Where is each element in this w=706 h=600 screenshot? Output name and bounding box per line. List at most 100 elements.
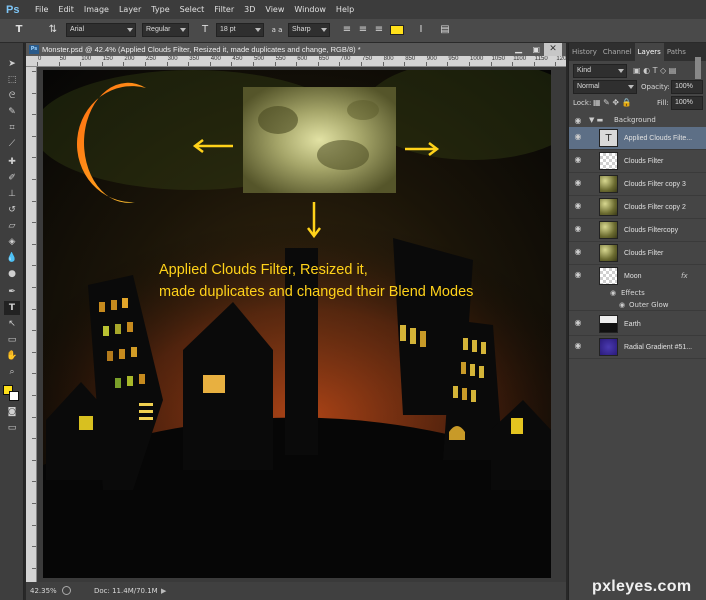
marquee-tool-icon[interactable]: ⬚: [4, 73, 20, 87]
ruler-tick: [32, 179, 36, 180]
font-size-select[interactable]: 18 pt: [216, 23, 264, 37]
maximize-icon[interactable]: ▣: [532, 43, 540, 56]
blur-tool-icon[interactable]: 💧: [4, 251, 20, 265]
canvas-area[interactable]: Applied Clouds Filter, Resized it, made …: [37, 67, 566, 582]
tab-channels[interactable]: Channel: [600, 43, 635, 61]
lock-label: Lock:: [573, 99, 592, 107]
clone-stamp-tool-icon[interactable]: ⊥: [4, 187, 20, 201]
eye-icon[interactable]: ◉: [573, 224, 583, 234]
document-tab[interactable]: Ps Monster.psd @ 42.4% (Applied Clouds F…: [26, 43, 566, 56]
brush-tool-icon[interactable]: ✐: [4, 171, 20, 185]
kind-filter-select[interactable]: Kind: [573, 64, 627, 78]
screen-mode-icon[interactable]: ▭: [4, 421, 20, 435]
effects-row[interactable]: ◉ Effects: [569, 288, 706, 299]
layer-row[interactable]: ◉ Clouds Filter: [569, 150, 706, 173]
panel-tabs: History Channel Layers Paths: [569, 43, 706, 61]
dodge-tool-icon[interactable]: ●: [4, 267, 20, 281]
align-center-icon[interactable]: ≡: [356, 23, 370, 37]
eye-icon[interactable]: ◉: [573, 270, 583, 280]
character-panel-icon[interactable]: ▤: [438, 23, 452, 37]
layer-row[interactable]: ◉ Moon fx: [569, 265, 706, 288]
eye-icon[interactable]: ◉: [573, 116, 583, 126]
healing-brush-tool-icon[interactable]: ✚: [4, 155, 20, 169]
background-color-swatch[interactable]: [9, 391, 19, 401]
menu-type[interactable]: Type: [146, 0, 174, 19]
lock-icons[interactable]: ▦ ✎ ✥ 🔒: [593, 98, 632, 107]
menu-3d[interactable]: 3D: [239, 0, 260, 19]
fill-input[interactable]: 100%: [671, 96, 703, 110]
eye-icon[interactable]: ◉: [573, 201, 583, 211]
zoom-tool-icon[interactable]: ⌕: [4, 365, 20, 379]
font-family-select[interactable]: Arial: [66, 23, 136, 37]
quick-select-tool-icon[interactable]: ✎: [4, 105, 20, 119]
type-tool-preset-icon[interactable]: T: [12, 23, 26, 37]
layer-row[interactable]: ◉ T Applied Clouds Filte...: [569, 127, 706, 150]
share-icon[interactable]: [62, 586, 71, 595]
menu-help[interactable]: Help: [331, 0, 359, 19]
menu-file[interactable]: File: [30, 0, 53, 19]
status-menu-arrow-icon[interactable]: ▶: [161, 582, 166, 600]
layer-row[interactable]: ◉ Clouds Filter copy 3: [569, 173, 706, 196]
eye-icon[interactable]: ◉: [573, 155, 583, 165]
layer-thumbnail: [599, 152, 618, 170]
menu-window[interactable]: Window: [289, 0, 331, 19]
anti-alias-select[interactable]: Sharp: [288, 23, 330, 37]
layer-row[interactable]: ◉ Radial Gradient #51...: [569, 336, 706, 359]
shape-tool-icon[interactable]: ▭: [4, 333, 20, 347]
minimize-icon[interactable]: ▁: [515, 43, 522, 55]
effect-row[interactable]: ◉ Outer Glow: [569, 299, 706, 311]
opacity-input[interactable]: 100%: [671, 80, 703, 94]
lasso-tool-icon[interactable]: ᘓ: [4, 89, 20, 103]
warp-text-icon[interactable]: Ⅰ: [414, 23, 428, 37]
menu-edit[interactable]: Edit: [53, 0, 79, 19]
layer-row[interactable]: ◉ Clouds Filtercopy: [569, 219, 706, 242]
tab-history[interactable]: History: [569, 43, 600, 61]
eye-icon[interactable]: ◉: [573, 247, 583, 257]
history-brush-tool-icon[interactable]: ↺: [4, 203, 20, 217]
crop-tool-icon[interactable]: ⌗: [4, 121, 20, 135]
group-expand-icon[interactable]: ▼ ▬: [589, 113, 603, 128]
scrollbar-thumb[interactable]: [695, 57, 701, 79]
hand-tool-icon[interactable]: ✋: [4, 349, 20, 363]
ruler-tick-label: 50: [59, 56, 67, 62]
eye-icon[interactable]: ◉: [573, 341, 583, 351]
artboard[interactable]: Applied Clouds Filter, Resized it, made …: [43, 70, 551, 578]
layer-group-background[interactable]: ◉ ▼ ▬ Background: [569, 113, 706, 128]
close-icon[interactable]: ✕: [544, 43, 562, 56]
ruler-tick-label: 950: [448, 56, 459, 62]
filter-icons[interactable]: ▣ ◐ T ◇ ▤: [633, 66, 676, 75]
effect-eye-icon[interactable]: ◉: [619, 299, 625, 311]
eye-icon[interactable]: ◉: [573, 178, 583, 188]
menu-layer[interactable]: Layer: [114, 0, 146, 19]
pen-tool-icon[interactable]: ✒: [4, 285, 20, 299]
ruler-tick-label: 650: [318, 56, 329, 62]
tab-paths[interactable]: Paths: [664, 43, 689, 61]
eraser-tool-icon[interactable]: ▱: [4, 219, 20, 233]
menu-select[interactable]: Select: [175, 0, 210, 19]
path-selection-tool-icon[interactable]: ↖: [4, 317, 20, 331]
blend-mode-select[interactable]: Normal: [573, 80, 637, 94]
ruler-tick: [188, 62, 190, 66]
eye-icon[interactable]: ◉: [573, 132, 583, 142]
zoom-level[interactable]: 42.35%: [30, 582, 57, 600]
layer-row[interactable]: ◉ Clouds Filter: [569, 242, 706, 265]
eyedropper-tool-icon[interactable]: ⟋: [4, 137, 20, 151]
layer-row[interactable]: ◉ Clouds Filter copy 2: [569, 196, 706, 219]
tab-layers[interactable]: Layers: [634, 43, 664, 61]
eye-icon[interactable]: ◉: [573, 318, 583, 328]
menu-view[interactable]: View: [260, 0, 289, 19]
move-tool-icon[interactable]: ➤: [4, 57, 20, 71]
menu-image[interactable]: Image: [79, 0, 114, 19]
menu-filter[interactable]: Filter: [209, 0, 239, 19]
quick-mask-icon[interactable]: ◙: [4, 405, 20, 419]
layer-row[interactable]: ◉ Earth: [569, 313, 706, 336]
fx-badge[interactable]: fx: [681, 265, 688, 288]
paint-bucket-tool-icon[interactable]: ◈: [4, 235, 20, 249]
orientation-toggle-icon[interactable]: ⇅: [46, 23, 60, 37]
align-right-icon[interactable]: ≡: [372, 23, 386, 37]
type-tool-icon[interactable]: T: [4, 301, 20, 315]
effects-eye-icon[interactable]: ◉: [610, 288, 616, 299]
text-color-swatch[interactable]: [390, 25, 404, 35]
align-left-icon[interactable]: ≡: [340, 23, 354, 37]
font-style-select[interactable]: Regular: [142, 23, 189, 37]
